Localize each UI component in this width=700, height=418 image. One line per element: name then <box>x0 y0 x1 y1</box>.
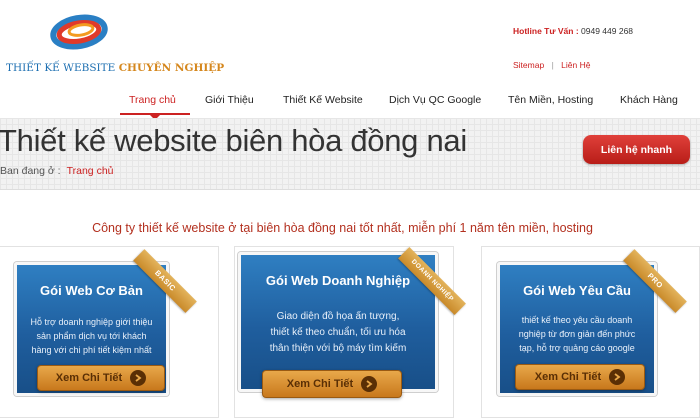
package-description-line: tạp, hỗ trợ quảng cáo google <box>519 343 635 353</box>
nav-item-domain-hosting[interactable]: Tên Miền, Hosting <box>508 94 593 106</box>
hotline: Hotline Tư Vấn : 0949 449 268 <box>513 26 633 36</box>
logo-text-primary: THIẾT KẾ WEBSITE <box>6 62 116 74</box>
breadcrumb-home-link[interactable]: Trang chủ <box>67 165 114 177</box>
logo-text: THIẾT KẾ WEBSITE CHUYÊN NGHIỆP <box>6 62 224 74</box>
top-links-separator: | <box>551 60 554 70</box>
hotline-label: Hotline Tư Vấn : <box>513 26 579 36</box>
hotline-number[interactable]: 0949 449 268 <box>581 26 633 36</box>
view-details-button-pro[interactable]: Xem Chi Tiết <box>515 364 645 390</box>
logo-text-secondary: CHUYÊN NGHIỆP <box>118 62 225 74</box>
package-description-line: nghiệp từ đơn giản đến phức <box>518 329 636 339</box>
quick-contact-button[interactable]: Liên hệ nhanh <box>583 135 690 164</box>
nav-item-google-ads[interactable]: Dịch Vụ QC Google <box>389 94 481 106</box>
breadcrumb-label: Ban đang ở : <box>0 165 61 177</box>
nav-item-about[interactable]: Giới Thiệu <box>205 94 254 106</box>
package-description-line: thiết kế theo yêu cầu doanh <box>521 315 633 325</box>
package-title: Gói Web Cơ Bản <box>40 283 143 298</box>
contact-link[interactable]: Liên Hệ <box>561 60 590 70</box>
package-description: Giao diện đồ họa ấn tượng, thiết kế theo… <box>241 309 435 357</box>
view-details-button-business[interactable]: Xem Chi Tiết <box>262 370 402 398</box>
arrow-right-icon <box>361 376 378 392</box>
intro-text-content: Công ty thiết kế website ở tại biên hòa … <box>92 221 593 235</box>
package-title: Gói Web Yêu Cầu <box>523 283 631 298</box>
site-logo[interactable]: THIẾT KẾ WEBSITE CHUYÊN NGHIỆP <box>0 6 224 76</box>
main-nav: Trang chủ Giới Thiệu Thiết Kế Website Dị… <box>0 86 700 116</box>
nav-item-home[interactable]: Trang chủ <box>129 94 176 106</box>
logo-swoosh-icon <box>50 14 108 50</box>
package-title: Gói Web Doanh Nghiệp <box>265 273 411 288</box>
arrow-right-icon <box>609 369 626 385</box>
arrow-right-icon <box>130 370 147 386</box>
breadcrumb: Ban đang ở : Trang chủ <box>0 165 114 177</box>
view-details-button-basic[interactable]: Xem Chi Tiết <box>37 365 165 391</box>
site-header: THIẾT KẾ WEBSITE CHUYÊN NGHIỆP Hotline T… <box>0 0 700 85</box>
package-description-line: Hỗ trợ doanh nghiệp giới thiệu <box>30 317 153 327</box>
view-details-label: Xem Chi Tiết <box>286 378 354 390</box>
package-description-line: Giao diện đồ họa ấn tượng, <box>276 311 400 322</box>
view-details-label: Xem Chi Tiết <box>55 372 123 384</box>
package-description-line: thân thiện với bộ máy tìm kiếm <box>269 343 407 354</box>
top-links: Sitemap | Liên Hệ <box>513 60 590 70</box>
package-description-line: thiết kế theo chuẩn, tối ưu hóa <box>270 327 406 338</box>
package-description: Hỗ trợ doanh nghiệp giới thiệu sản phẩm … <box>17 315 166 357</box>
nav-item-web-design[interactable]: Thiết Kế Website <box>283 94 363 106</box>
sitemap-link[interactable]: Sitemap <box>513 60 544 70</box>
package-description: thiết kế theo yêu cầu doanh nghiệp từ đơ… <box>500 313 654 355</box>
nav-item-customers[interactable]: Khách Hàng <box>620 94 678 106</box>
package-description-line: hàng với chi phí tiết kiệm nhất <box>31 345 152 355</box>
package-description-line: sản phẩm dịch vụ tới khách <box>36 331 147 341</box>
view-details-label: Xem Chi Tiết <box>534 371 602 383</box>
page-title: Thiết kế website biên hòa đồng nai <box>0 123 467 158</box>
intro-text: Công ty thiết kế website ở tại biên hòa … <box>0 221 700 235</box>
